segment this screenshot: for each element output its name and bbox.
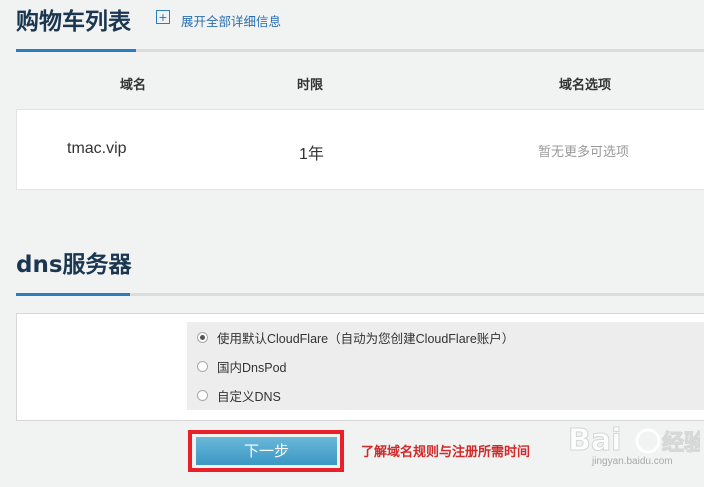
column-header-domain: 域名 <box>120 77 147 92</box>
dns-option-label: 自定义DNS <box>217 389 281 404</box>
dns-title-accent <box>16 293 130 296</box>
dns-title: dns服务器 <box>16 252 132 278</box>
dns-option-dnspod[interactable]: 国内DnsPod <box>197 356 286 376</box>
cart-title-accent <box>16 49 136 52</box>
cell-options: 暂无更多可选项 <box>538 144 630 159</box>
svg-text:经验: 经验 <box>662 430 700 456</box>
cart-title: 购物车列表 <box>16 9 131 35</box>
expand-plus-icon[interactable]: + <box>156 10 170 24</box>
dns-option-custom[interactable]: 自定义DNS <box>197 385 281 405</box>
domain-rules-link[interactable]: 了解域名规则与注册所需时间 <box>361 441 530 460</box>
radio-unselected-icon[interactable] <box>197 389 208 401</box>
watermark-site: jingyan.baidu.com <box>592 456 673 467</box>
dns-option-label: 使用默认CloudFlare（自动为您创建CloudFlare账户） <box>217 331 515 346</box>
dns-option-label: 国内DnsPod <box>217 360 287 375</box>
column-header-term: 时限 <box>297 77 324 92</box>
cell-domain: tmac.vip <box>67 140 127 157</box>
column-header-options: 域名选项 <box>559 77 612 92</box>
radio-unselected-icon[interactable] <box>197 360 208 372</box>
expand-all-details-link[interactable]: 展开全部详细信息 <box>181 11 281 30</box>
next-step-button[interactable]: 下一步 <box>196 437 337 465</box>
cell-term: 1年 <box>299 146 324 163</box>
svg-text:Bai: Bai <box>568 423 621 458</box>
radio-selected-icon[interactable] <box>197 331 208 343</box>
dns-option-cloudflare[interactable]: 使用默认CloudFlare（自动为您创建CloudFlare账户） <box>197 327 514 347</box>
